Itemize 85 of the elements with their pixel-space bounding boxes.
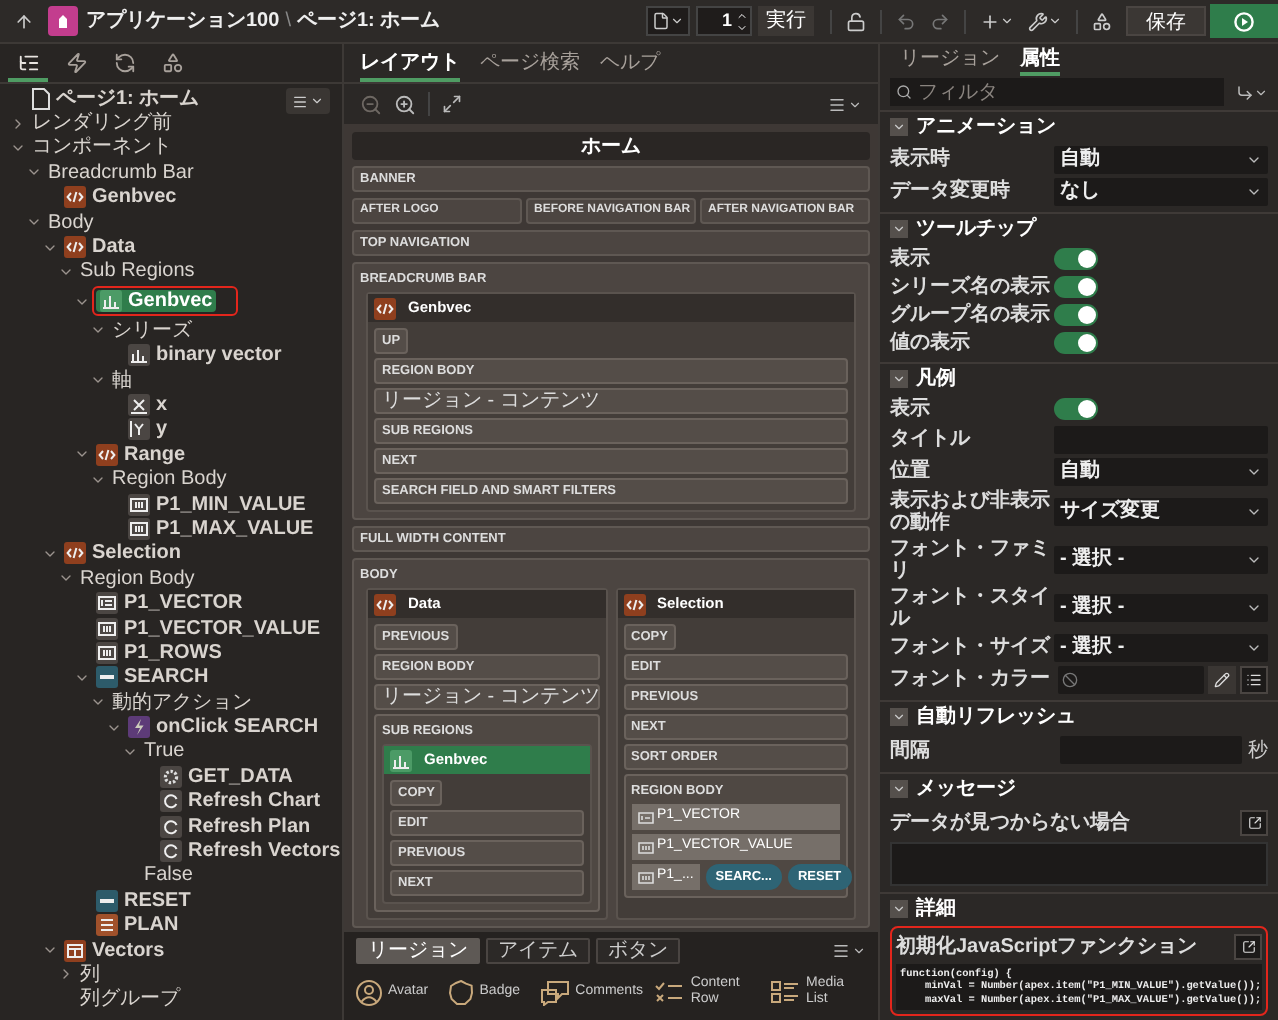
field-label: 位置 (890, 460, 932, 482)
tree-item[interactable]: Refresh Plan (156, 815, 315, 838)
tree-item[interactable]: 動的アクション (108, 691, 256, 714)
tree-item[interactable]: Region Body (76, 567, 199, 590)
tree-item[interactable]: 軸 (108, 369, 136, 392)
section-title: メッセージ (916, 776, 1016, 804)
tab[interactable]: ヘルプ (600, 46, 660, 82)
field-label: 間隔 (890, 739, 932, 761)
tree-item[interactable]: True (140, 740, 189, 763)
tree-item[interactable]: binary vector (124, 344, 286, 367)
field-label: シリーズ名の表示 (890, 276, 1052, 298)
tab[interactable]: レイアウト (360, 46, 460, 82)
tree-item[interactable]: False (140, 864, 197, 887)
gallery-tab[interactable]: リージョン (356, 938, 480, 964)
field-label: 表示 (890, 398, 932, 420)
select-field[interactable]: - 選択 - (1054, 633, 1268, 661)
tree-item[interactable]: SEARCH (92, 666, 213, 689)
select-field[interactable]: - 選択 - (1054, 593, 1268, 621)
select-field[interactable]: 自動 (1054, 145, 1268, 173)
field-label: フォント・サイズ (890, 636, 1053, 658)
tree-item[interactable]: 列 (76, 963, 104, 986)
unit-label: 秒 (1248, 737, 1268, 765)
save-button[interactable]: 保存 (1126, 6, 1206, 36)
field-label: フォント・ファミリ (890, 537, 1052, 581)
breadcrumb-link[interactable]: アプリケーション100 (86, 6, 280, 36)
tree-item[interactable]: P1_MAX_VALUE (124, 517, 318, 540)
field-label: 値の表示 (890, 332, 972, 354)
tree-item[interactable]: コンポーネント (28, 136, 176, 159)
page-title-bar: ホーム (352, 132, 870, 160)
gallery-tab[interactable]: アイテム (486, 938, 590, 964)
tab[interactable]: リージョン (900, 44, 1000, 76)
field-label: 表示および非表示の動作 (890, 489, 1052, 533)
section-title: 詳細 (916, 895, 956, 924)
field-label: グループ名の表示 (890, 304, 1052, 326)
tree-item[interactable]: Genbvec (60, 186, 181, 209)
tab[interactable]: ページ検索 (480, 46, 580, 82)
field-label: データ変更時 (890, 180, 1012, 202)
tree-item[interactable]: P1_VECTOR_VALUE (92, 617, 324, 639)
section-title: ツールチップ (916, 214, 1036, 244)
tree-item[interactable]: Region Body (108, 468, 231, 491)
tree-item[interactable]: PLAN (92, 914, 183, 937)
tree-item[interactable]: Body (44, 211, 98, 234)
select-field[interactable]: - 選択 - (1054, 545, 1268, 573)
field-label: タイトル (890, 428, 973, 450)
region-slot: リージョン - コンテンツ (374, 684, 599, 710)
tree-item[interactable]: GET_DATA (156, 765, 297, 788)
tree-item[interactable]: Refresh Vectors (156, 840, 342, 863)
field-label: フォント・カラー (890, 668, 1052, 690)
page-number-field[interactable]: 1 (696, 6, 752, 36)
tree-item[interactable]: onClick SEARCH (124, 716, 323, 739)
region-slot: リージョン - コンテンツ (374, 388, 848, 414)
breadcrumb-separator: \ (285, 8, 291, 36)
tree-item[interactable]: レンダリング前 (28, 112, 176, 135)
tree-item[interactable]: Data (60, 236, 140, 259)
field-label: 初期化JavaScriptファンクション (896, 932, 1200, 961)
filter-field[interactable]: フィルタ (890, 78, 1224, 107)
tree-item[interactable]: RESET (92, 889, 195, 912)
tree-item[interactable]: Refresh Chart (156, 790, 325, 813)
tree-item[interactable]: P1_VECTOR (92, 592, 247, 615)
select-field[interactable]: サイズ変更 (1054, 497, 1268, 525)
tree-item[interactable]: Vectors (60, 939, 169, 962)
tree-item[interactable]: Range (92, 443, 190, 466)
tree-item[interactable]: シリーズ (108, 319, 196, 342)
field-label: フォント・スタイル (890, 585, 1052, 629)
section-title: アニメーション (916, 114, 1056, 142)
tree-item[interactable]: y (124, 418, 172, 441)
gallery-tab[interactable]: ボタン (596, 938, 680, 964)
tree-item[interactable]: Genbvec (96, 290, 217, 313)
select-field[interactable]: なし (1054, 177, 1268, 205)
tree-item[interactable]: x (124, 393, 172, 416)
tree-item[interactable]: P1_ROWS (92, 641, 226, 664)
tree-item[interactable]: P1_MIN_VALUE (124, 493, 310, 516)
breadcrumb-link[interactable]: ページ1: ホーム (296, 6, 441, 36)
field-label: 表示時 (890, 148, 952, 170)
run-button[interactable]: 実行 (758, 6, 814, 36)
section-title: 凡例 (916, 365, 956, 394)
field-label: 表示 (890, 248, 932, 270)
select-field[interactable]: 自動 (1054, 457, 1268, 485)
tree-item[interactable]: ページ1: ホーム (28, 87, 204, 110)
field-label: データが見つからない場合 (890, 809, 1132, 837)
tree-item[interactable]: Breadcrumb Bar (44, 161, 198, 184)
tree-item[interactable]: Sub Regions (76, 260, 199, 283)
tree-item[interactable]: 列グループ (76, 988, 184, 1011)
tree-item[interactable]: Selection (60, 542, 185, 565)
section-title: 自動リフレッシュ (916, 703, 1076, 732)
